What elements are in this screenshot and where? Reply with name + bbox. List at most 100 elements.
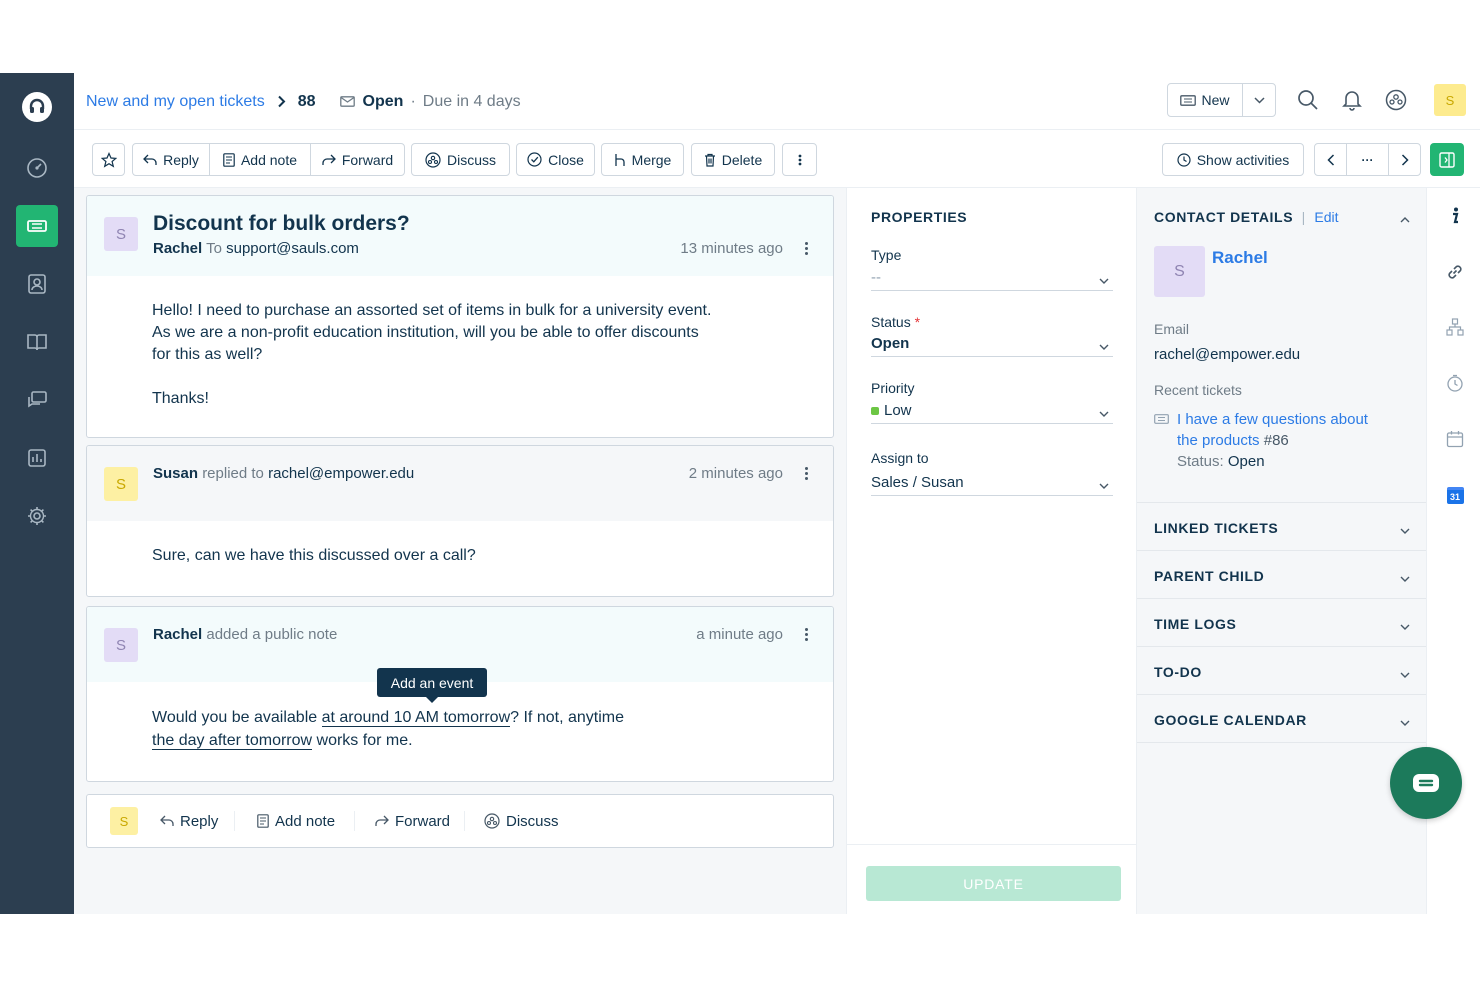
check-circle-icon bbox=[527, 152, 542, 167]
email-label: Email bbox=[1154, 321, 1190, 337]
forward-button[interactable]: Forward bbox=[311, 144, 404, 175]
forward-label: Forward bbox=[395, 812, 451, 830]
star-icon bbox=[100, 151, 117, 168]
community-icon[interactable] bbox=[1383, 87, 1409, 113]
assign-label: Assign to bbox=[871, 450, 929, 466]
note-icon bbox=[257, 814, 269, 828]
reply-link[interactable]: Reply bbox=[160, 795, 218, 847]
status-select[interactable]: Open bbox=[871, 331, 1113, 357]
detected-date-link[interactable]: at around 10 AM tomorrow bbox=[321, 709, 511, 727]
contact-panel: CONTACT DETAILS | Edit S Rachel Email ra… bbox=[1137, 188, 1426, 914]
new-button-main[interactable]: New bbox=[1168, 84, 1243, 116]
forward-link[interactable]: Forward bbox=[375, 795, 450, 847]
close-button[interactable]: Close bbox=[516, 143, 595, 176]
message-author[interactable]: Susan bbox=[153, 465, 198, 482]
reports-icon[interactable] bbox=[16, 437, 58, 479]
discuss-link[interactable]: Discuss bbox=[484, 795, 559, 847]
divider bbox=[234, 811, 235, 831]
new-button[interactable]: New bbox=[1167, 83, 1276, 117]
separator-dot: · bbox=[410, 92, 416, 110]
star-button[interactable] bbox=[92, 143, 125, 176]
add-note-link[interactable]: Add note bbox=[257, 795, 335, 847]
type-value: -- bbox=[871, 269, 881, 286]
hierarchy-icon[interactable] bbox=[1444, 316, 1466, 338]
panel-toggle-icon bbox=[1439, 151, 1455, 168]
breadcrumb-link[interactable]: New and my open tickets bbox=[86, 93, 265, 111]
type-select[interactable]: -- bbox=[871, 265, 1113, 291]
message-author[interactable]: Rachel bbox=[153, 626, 202, 643]
add-note-button[interactable]: Add note bbox=[210, 144, 311, 175]
recent-ticket-status: Open bbox=[1227, 453, 1265, 470]
type-label: Type bbox=[871, 247, 902, 263]
todo-section[interactable]: TO-DO bbox=[1137, 647, 1426, 695]
show-activities-button[interactable]: Show activities bbox=[1162, 143, 1304, 176]
detected-date-link[interactable]: the day after tomorrow bbox=[152, 732, 313, 750]
calendar-icon[interactable] bbox=[1444, 428, 1466, 450]
message-time: 13 minutes ago bbox=[680, 240, 783, 257]
ticket-list-button[interactable]: ··· bbox=[1347, 144, 1389, 175]
dashboard-icon[interactable] bbox=[16, 147, 58, 189]
recent-ticket-title[interactable]: I have a few questions about bbox=[1177, 409, 1368, 430]
divider bbox=[464, 811, 465, 831]
next-ticket-button[interactable] bbox=[1389, 144, 1420, 175]
message-header: S Susan replied to rachel@empower.edu 2 … bbox=[87, 446, 833, 521]
recent-ticket[interactable]: I have a few questions about the product… bbox=[1177, 409, 1368, 472]
delete-label: Delete bbox=[721, 151, 763, 168]
kebab-icon bbox=[798, 153, 802, 167]
reply-button[interactable]: Reply bbox=[133, 144, 210, 175]
chevron-up-icon[interactable] bbox=[1400, 210, 1410, 228]
recent-ticket-title[interactable]: the products bbox=[1177, 432, 1260, 449]
message-author[interactable]: Rachel bbox=[153, 240, 202, 257]
forward-arrow-icon bbox=[375, 815, 389, 827]
forums-icon[interactable] bbox=[16, 379, 58, 421]
priority-select[interactable]: Low bbox=[871, 398, 1113, 424]
chat-widget-button[interactable] bbox=[1390, 747, 1462, 819]
more-actions-button[interactable] bbox=[782, 143, 817, 176]
previous-ticket-button[interactable] bbox=[1315, 144, 1347, 175]
contacts-icon[interactable] bbox=[16, 263, 58, 305]
chevron-down-icon[interactable] bbox=[1243, 96, 1275, 104]
google-calendar-icon[interactable]: 31 bbox=[1444, 484, 1466, 506]
headset-logo-icon[interactable] bbox=[22, 92, 52, 122]
ticket-toolbar: Reply Add note Forward Discuss Close Mer… bbox=[74, 130, 1480, 188]
message-menu-icon[interactable] bbox=[803, 628, 809, 641]
delete-button[interactable]: Delete bbox=[691, 143, 775, 176]
timer-icon[interactable] bbox=[1444, 372, 1466, 394]
breadcrumb: New and my open tickets 88 Open · Due in… bbox=[86, 73, 521, 130]
info-icon[interactable] bbox=[1444, 205, 1466, 227]
user-avatar[interactable]: S bbox=[1434, 84, 1466, 116]
settings-gear-icon[interactable] bbox=[16, 495, 58, 537]
merge-button[interactable]: Merge bbox=[601, 143, 684, 176]
bell-icon[interactable] bbox=[1339, 87, 1365, 113]
message-action: replied to bbox=[202, 465, 264, 482]
reply-arrow-icon bbox=[160, 815, 174, 827]
properties-title: PROPERTIES bbox=[871, 209, 968, 225]
linked-tickets-section[interactable]: LINKED TICKETS bbox=[1137, 503, 1426, 551]
discuss-button[interactable]: Discuss bbox=[411, 143, 510, 176]
add-event-tooltip[interactable]: Add an event bbox=[377, 668, 487, 703]
reply-label: Reply bbox=[180, 812, 219, 830]
parent-child-section[interactable]: PARENT CHILD bbox=[1137, 551, 1426, 599]
message-body: Would you be available at around 10 AM t… bbox=[152, 706, 624, 752]
contact-name[interactable]: Rachel bbox=[1212, 248, 1268, 268]
google-calendar-section[interactable]: GOOGLE CALENDAR bbox=[1137, 695, 1426, 743]
chevron-down-icon bbox=[1400, 665, 1410, 683]
time-logs-section[interactable]: TIME LOGS bbox=[1137, 599, 1426, 647]
clock-icon bbox=[1177, 152, 1191, 167]
discuss-label: Discuss bbox=[506, 812, 559, 830]
update-button[interactable]: UPDATE bbox=[866, 866, 1121, 901]
edit-contact-link[interactable]: Edit bbox=[1314, 209, 1338, 225]
discuss-icon bbox=[484, 813, 500, 829]
section-title: TIME LOGS bbox=[1154, 616, 1237, 632]
section-title: TO-DO bbox=[1154, 664, 1202, 680]
link-icon[interactable] bbox=[1444, 261, 1466, 283]
add-note-label: Add note bbox=[240, 151, 298, 168]
assign-select[interactable]: Sales / Susan bbox=[871, 470, 1113, 496]
toggle-panel-button[interactable] bbox=[1430, 143, 1464, 176]
contact-email: rachel@empower.edu bbox=[1154, 346, 1301, 363]
knowledge-base-icon[interactable] bbox=[16, 321, 58, 363]
message-menu-icon[interactable] bbox=[803, 242, 809, 255]
tickets-icon[interactable] bbox=[16, 205, 58, 247]
message-menu-icon[interactable] bbox=[803, 467, 809, 480]
search-icon[interactable] bbox=[1295, 87, 1321, 113]
